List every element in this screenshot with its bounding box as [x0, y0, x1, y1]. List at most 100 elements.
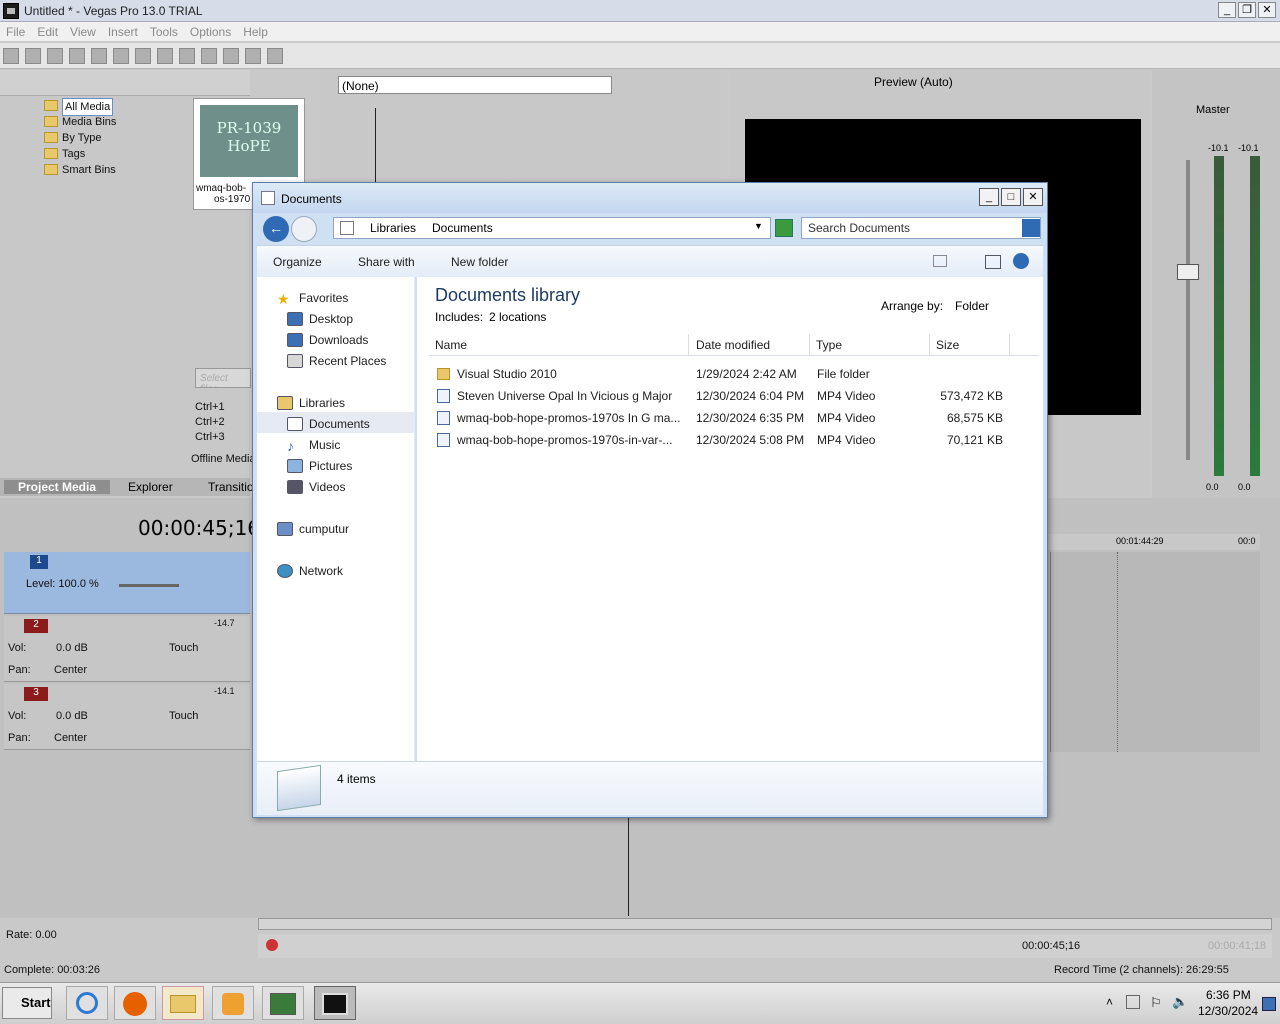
tab-project-media[interactable]: Project Media [4, 480, 111, 494]
save-as-icon[interactable] [69, 48, 85, 64]
open-icon[interactable] [25, 48, 41, 64]
forward-button[interactable] [291, 216, 317, 242]
nav-music[interactable]: ♪ Music [287, 438, 340, 454]
windows-explorer-icon[interactable] [162, 986, 204, 1020]
start-button[interactable]: Start [2, 987, 52, 1019]
column-name[interactable]: Name [429, 334, 689, 356]
menu-view[interactable]: View [64, 22, 102, 42]
level-slider[interactable] [119, 584, 179, 587]
file-row[interactable]: wmaq-bob-hope-promos-1970s In G ma... 12… [433, 407, 1013, 429]
help-icon[interactable] [1013, 253, 1029, 269]
nav-computer[interactable]: cumputur [277, 522, 349, 536]
tab-explorer[interactable]: Explorer [128, 480, 173, 494]
preview-quality[interactable]: Preview (Auto) [874, 75, 953, 89]
record-time-status: Record Time (2 channels): 26:29:55 [1054, 964, 1229, 976]
menu-options[interactable]: Options [184, 22, 237, 42]
menu-file[interactable]: File [0, 22, 31, 42]
menu-help[interactable]: Help [237, 22, 274, 42]
share-with-button[interactable]: Share with [358, 255, 415, 269]
address-bar[interactable]: Libraries Documents ▼ [333, 217, 771, 239]
breadcrumb-libraries[interactable]: Libraries [370, 221, 416, 235]
tray-chevron-icon[interactable]: ˄ [1106, 995, 1113, 1009]
undo-icon[interactable] [201, 48, 217, 64]
nav-desktop[interactable]: Desktop [287, 312, 353, 326]
refresh-icon[interactable] [775, 219, 793, 237]
timeline-tracks-area[interactable] [1050, 552, 1260, 752]
nav-documents[interactable]: Documents [287, 417, 370, 431]
preview-pane-icon[interactable] [985, 255, 1001, 269]
volume-icon[interactable]: 🔈 [1172, 994, 1188, 1010]
copy-icon[interactable] [157, 48, 173, 64]
audio-track-3-header[interactable]: 3 -14.1 Vol: 0.0 dB Touch Pan: Center [4, 684, 250, 750]
clock-time[interactable]: 6:36 PM [1206, 988, 1251, 1002]
task-manager-icon[interactable] [262, 986, 304, 1020]
nav-videos[interactable]: Videos [287, 480, 345, 494]
breadcrumb-documents[interactable]: Documents [432, 221, 493, 235]
automation-mode[interactable]: Touch [169, 710, 198, 722]
window-minimize-button[interactable]: _ [979, 188, 999, 206]
timeline-ruler[interactable]: 00:01:44:29 00:0 [1048, 534, 1260, 550]
nav-libraries[interactable]: Libraries [277, 396, 345, 410]
tree-all-media[interactable]: All Media [22, 98, 192, 116]
network-tray-icon[interactable] [1126, 995, 1140, 1009]
file-row[interactable]: Visual Studio 2010 1/29/2024 2:42 AM Fil… [433, 363, 1013, 385]
automation-mode[interactable]: Touch [169, 642, 198, 654]
file-name: wmaq-bob-hope-promos-1970s-in-var-... [457, 433, 673, 447]
view-options-icon[interactable] [933, 255, 947, 267]
tree-by-type[interactable]: By Type [22, 130, 192, 146]
save-icon[interactable] [47, 48, 63, 64]
video-track-header[interactable]: 1 Level: 100.0 % [4, 552, 250, 614]
nav-downloads[interactable]: Downloads [287, 333, 368, 347]
tree-media-bins[interactable]: Media Bins [22, 114, 192, 130]
menu-edit[interactable]: Edit [31, 22, 64, 42]
nav-recent-places[interactable]: Recent Places [287, 354, 386, 368]
timeline-scrollbar[interactable] [258, 918, 1272, 930]
restore-button[interactable]: ❐ [1238, 2, 1256, 18]
trimmer-dropdown[interactable]: (None) [338, 76, 612, 94]
render-icon[interactable] [91, 48, 107, 64]
nav-favorites[interactable]: ★ Favorites [277, 291, 348, 307]
firefox-icon[interactable] [114, 986, 156, 1020]
includes-locations[interactable]: 2 locations [489, 310, 546, 324]
media-search-input[interactable]: Select files [195, 368, 251, 388]
nav-network[interactable]: Network [277, 564, 343, 578]
search-icon[interactable] [1022, 219, 1040, 237]
tree-smart-bins[interactable]: Smart Bins [22, 162, 192, 178]
minimize-button[interactable]: _ [1218, 2, 1236, 18]
show-desktop-icon[interactable] [1262, 997, 1276, 1011]
clock-date[interactable]: 12/30/2024 [1198, 1004, 1258, 1018]
chevron-down-icon[interactable]: ▼ [754, 221, 763, 231]
new-folder-button[interactable]: New folder [451, 255, 508, 269]
column-date-modified[interactable]: Date modified [690, 334, 810, 356]
edit-tool-icon[interactable] [245, 48, 261, 64]
audio-track-2-header[interactable]: 2 -14.7 Vol: 0.0 dB Touch Pan: Center [4, 616, 250, 682]
file-row[interactable]: Steven Universe Opal In Vicious g Major … [433, 385, 1013, 407]
tab-transitions[interactable]: Transitio [208, 480, 254, 494]
close-button[interactable]: ✕ [1258, 2, 1276, 18]
column-type[interactable]: Type [810, 334, 930, 356]
media-player-icon[interactable] [212, 986, 254, 1020]
file-row[interactable]: wmaq-bob-hope-promos-1970s-in-var-... 12… [433, 429, 1013, 451]
cut-icon[interactable] [135, 48, 151, 64]
menu-insert[interactable]: Insert [102, 22, 144, 42]
organize-button[interactable]: Organize [273, 255, 322, 269]
properties-icon[interactable] [113, 48, 129, 64]
nav-pictures[interactable]: Pictures [287, 459, 352, 473]
record-icon[interactable] [266, 939, 278, 951]
internet-explorer-icon[interactable] [66, 986, 108, 1020]
search-input[interactable]: Search Documents [801, 217, 1041, 239]
flag-icon[interactable]: ⚐ [1150, 995, 1162, 1011]
menu-tools[interactable]: Tools [144, 22, 184, 42]
vegas-pro-taskbar-icon[interactable] [314, 986, 356, 1020]
help-icon[interactable] [267, 48, 283, 64]
redo-icon[interactable] [223, 48, 239, 64]
new-icon[interactable] [3, 48, 19, 64]
ruler-mark: 00:01:44:29 [1116, 536, 1164, 546]
window-close-button[interactable]: ✕ [1023, 188, 1043, 206]
column-size[interactable]: Size [930, 334, 1010, 356]
back-button[interactable]: ← [263, 216, 289, 242]
window-maximize-button[interactable]: □ [1001, 188, 1021, 206]
paste-icon[interactable] [179, 48, 195, 64]
tree-tags[interactable]: Tags [22, 146, 192, 162]
arrange-dropdown[interactable]: Folder [955, 299, 989, 313]
